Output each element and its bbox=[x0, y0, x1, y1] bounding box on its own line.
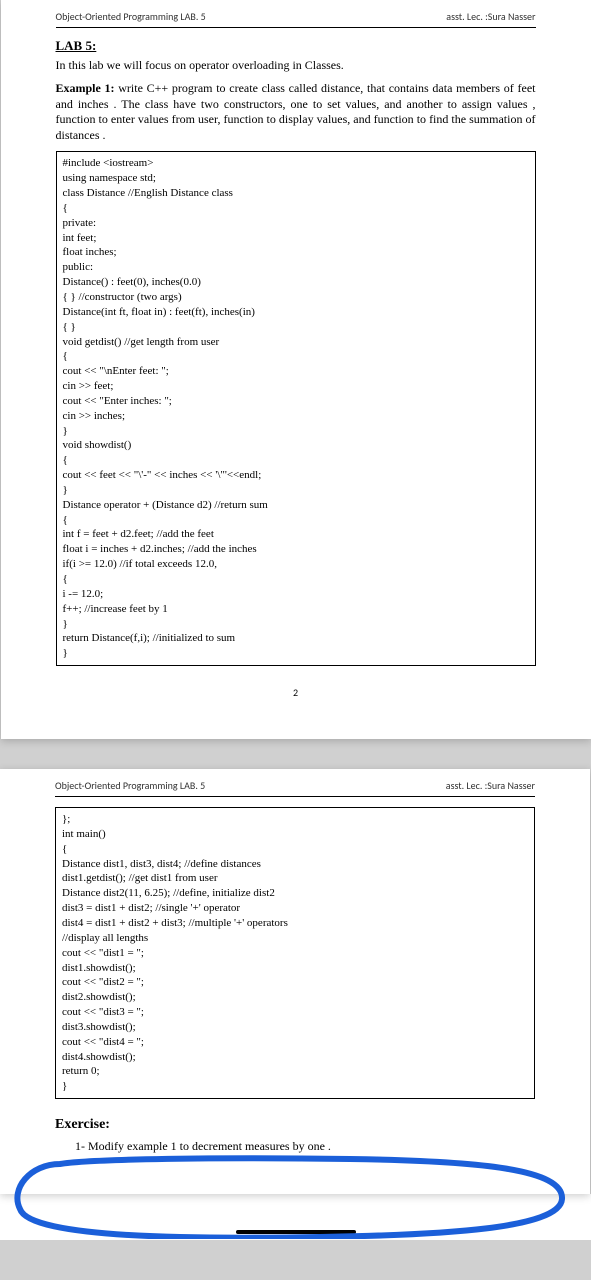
intro-text: In this lab we will focus on operator ov… bbox=[56, 58, 536, 73]
header-divider bbox=[56, 27, 536, 28]
document-page-2: Object-Oriented Programming LAB. 5 asst.… bbox=[0, 769, 590, 1194]
header-divider bbox=[55, 796, 535, 797]
exercise-item: 1- Modify example 1 to decrement measure… bbox=[75, 1139, 535, 1154]
header-left: Object-Oriented Programming LAB. 5 bbox=[55, 779, 205, 792]
header-right: asst. Lec. :Sura Nasser bbox=[446, 779, 535, 792]
exercise-title: Exercise: bbox=[55, 1117, 535, 1133]
code-block-2: }; int main() { Distance dist1, dist3, d… bbox=[55, 807, 535, 1099]
bottom-bar bbox=[0, 1194, 591, 1240]
document-page-1: Object-Oriented Programming LAB. 5 asst.… bbox=[1, 0, 591, 739]
example-paragraph: Example 1: write C++ program to create c… bbox=[56, 81, 536, 143]
page-header: Object-Oriented Programming LAB. 5 asst.… bbox=[56, 10, 536, 23]
page-header: Object-Oriented Programming LAB. 5 asst.… bbox=[55, 779, 535, 792]
code-block-1: #include <iostream> using namespace std;… bbox=[56, 151, 536, 666]
lab-title: LAB 5: bbox=[56, 38, 536, 54]
home-indicator bbox=[236, 1230, 356, 1234]
header-right: asst. Lec. :Sura Nasser bbox=[446, 10, 535, 23]
example-text: write C++ program to create class called… bbox=[56, 81, 536, 142]
page-number: 2 bbox=[56, 686, 536, 699]
page-2-wrap: Object-Oriented Programming LAB. 5 asst.… bbox=[0, 769, 591, 1194]
header-left: Object-Oriented Programming LAB. 5 bbox=[56, 10, 206, 23]
example-label: Example 1: bbox=[56, 81, 115, 95]
